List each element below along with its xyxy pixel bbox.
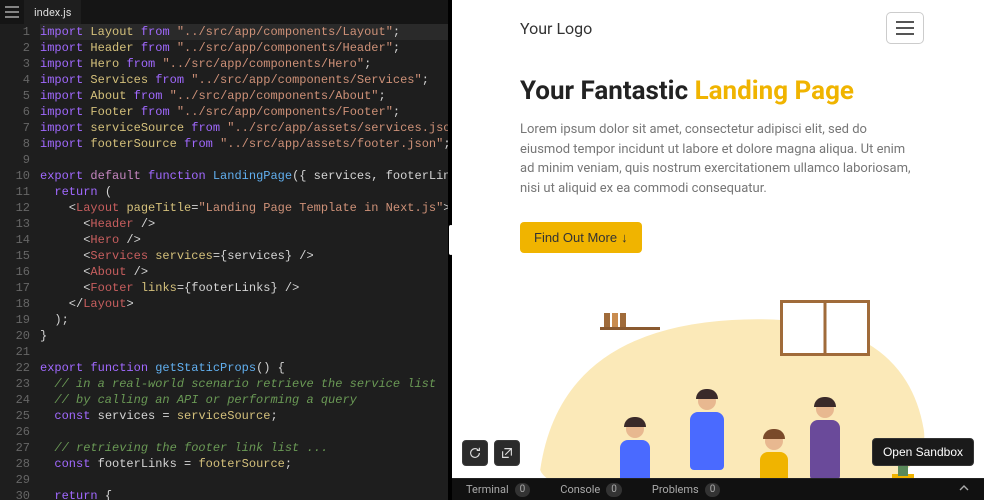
terminal-count-badge: 0 [515,483,531,497]
tab-problems[interactable]: Problems 0 [652,483,720,497]
code-content[interactable]: import Layout from "../src/app/component… [40,24,448,500]
tab-console[interactable]: Console 0 [560,483,622,497]
preview-nav: Your Logo [452,0,984,56]
problems-count-badge: 0 [705,483,721,497]
hero-section: Your Fantastic Landing Page Lorem ipsum … [452,56,984,253]
hero-headline: Your Fantastic Landing Page [520,76,916,106]
preview-body: Your Logo Your Fantastic Landing Page Lo… [452,0,984,500]
tab-bar: index.js [0,0,448,24]
hero-body: Lorem ipsum dolor sit amet, consectetur … [520,120,916,198]
code-area[interactable]: 1234567891011121314151617181920212223242… [0,24,448,500]
logo-text: Your Logo [520,19,592,38]
tab-console-label: Console [560,483,600,496]
tab-terminal[interactable]: Terminal 0 [466,483,530,497]
bottom-tab-strip: Terminal 0 Console 0 Problems 0 [452,478,984,500]
cta-button[interactable]: Find Out More ↓ [520,222,642,253]
preview-overlay-buttons [462,440,520,466]
reload-button[interactable] [462,440,488,466]
menu-icon[interactable] [0,6,24,18]
open-sandbox-button[interactable]: Open Sandbox [872,438,974,466]
chevron-up-icon[interactable] [958,482,970,497]
editor-pane: index.js 1234567891011121314151617181920… [0,0,448,500]
console-count-badge: 0 [606,483,622,497]
hero-headline-accent: Landing Page [695,76,854,106]
person-standing-center-icon [690,392,724,470]
open-external-button[interactable] [494,440,520,466]
line-gutter: 1234567891011121314151617181920212223242… [0,24,40,500]
hero-illustration [520,290,944,500]
shelf-icon [600,310,660,330]
tab-terminal-label: Terminal [466,483,509,496]
window-icon [780,300,870,356]
person-standing-right-icon [810,400,840,480]
cta-label: Find Out More [534,230,617,245]
hero-headline-plain: Your Fantastic [520,76,695,106]
tab-problems-label: Problems [652,483,699,496]
arrow-down-icon: ↓ [621,230,628,245]
nav-toggle-button[interactable] [886,12,924,44]
tab-indexjs[interactable]: index.js [24,0,81,24]
preview-pane: Your Logo Your Fantastic Landing Page Lo… [452,0,984,500]
